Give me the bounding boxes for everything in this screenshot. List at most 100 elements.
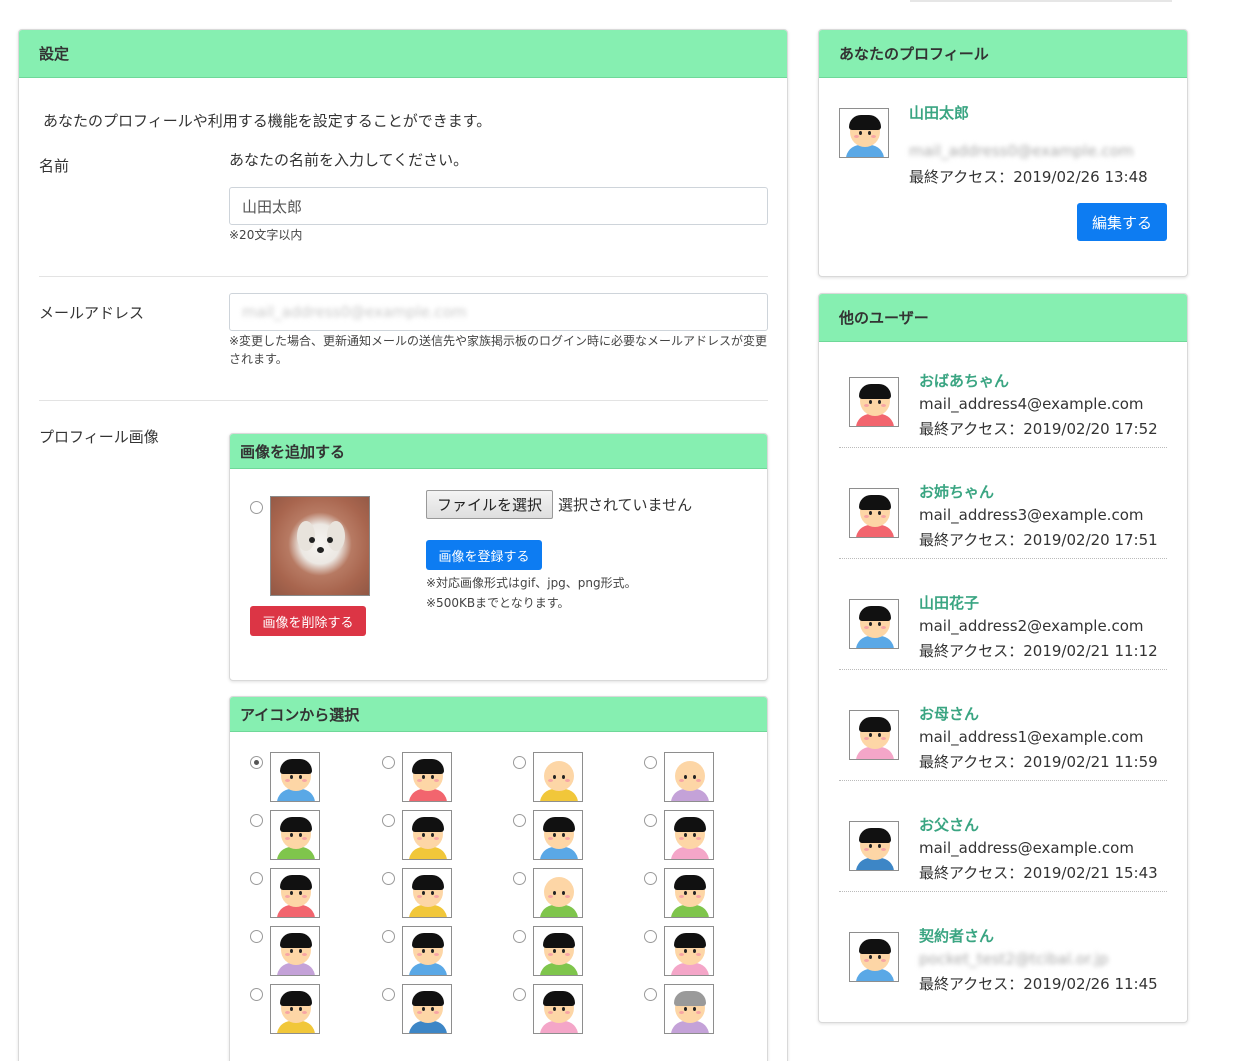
mother-avatar-icon bbox=[533, 984, 583, 1034]
divider bbox=[39, 276, 768, 277]
profile-avatar-icon bbox=[839, 108, 889, 158]
email-note: ※変更した場合、更新通知メールの送信先や家族掲示板のログイン時に必要なメールアド… bbox=[229, 334, 768, 366]
user-separator bbox=[839, 780, 1167, 781]
profile-email-value: mail_address0@example.com bbox=[909, 142, 1134, 160]
long-hair-girl-pink-avatar-icon bbox=[664, 810, 714, 860]
name-note: ※20文字以内 bbox=[229, 228, 303, 242]
grandma-avatar-icon bbox=[664, 984, 714, 1034]
girl-avatar-icon bbox=[402, 752, 452, 802]
boy-avatar-icon bbox=[270, 752, 320, 802]
icon-radio[interactable] bbox=[644, 872, 657, 885]
icon-radio[interactable] bbox=[250, 988, 263, 1001]
ponytail-girl-avatar-icon bbox=[270, 926, 320, 976]
profile-name[interactable]: 山田太郎 bbox=[909, 102, 969, 123]
icon-radio[interactable] bbox=[644, 756, 657, 769]
user-last-access: 最終アクセス：2019/02/20 17:52 bbox=[919, 420, 1158, 438]
user-email-value: pocket_test2@tcibal.or.jp bbox=[919, 950, 1109, 968]
icon-radio[interactable] bbox=[250, 930, 263, 943]
top-divider bbox=[910, 0, 1172, 2]
add-image-card: 画像を追加する 画像を削除する ファイルを選択 選択されていません 画像を登録す… bbox=[229, 433, 768, 681]
settings-intro: あなたのプロフィールや利用する機能を設定することができます。 bbox=[43, 112, 492, 130]
icon-radio[interactable] bbox=[513, 756, 526, 769]
email-input[interactable]: mail_address0@example.com bbox=[229, 293, 768, 331]
icon-radio[interactable] bbox=[513, 814, 526, 827]
icon-radio[interactable] bbox=[644, 814, 657, 827]
delete-image-button[interactable]: 画像を削除する bbox=[250, 606, 366, 636]
current-photo-radio[interactable] bbox=[250, 501, 263, 514]
edit-profile-button[interactable]: 編集する bbox=[1077, 203, 1167, 241]
size-note: ※500KBまでとなります。 bbox=[426, 596, 570, 610]
name-input[interactable]: 山田太郎 bbox=[229, 187, 768, 225]
divider bbox=[39, 400, 768, 401]
user-name[interactable]: 契約者さん bbox=[919, 925, 994, 946]
profile-image-label: プロフィール画像 bbox=[39, 428, 159, 446]
user-last-access: 最終アクセス：2019/02/21 11:12 bbox=[919, 642, 1158, 660]
user-email-value: mail_address3@example.com bbox=[919, 506, 1144, 524]
icon-radio[interactable] bbox=[382, 930, 395, 943]
bald-boy-avatar-icon bbox=[533, 752, 583, 802]
email-input-value: mail_address0@example.com bbox=[242, 303, 467, 321]
format-note: ※対応画像形式はgif、jpg、png形式。 bbox=[426, 576, 637, 590]
businessman-avatar-icon bbox=[402, 984, 452, 1034]
name-label: 名前 bbox=[39, 157, 70, 175]
glasses-girl-avatar-icon bbox=[270, 984, 320, 1034]
pigtail-girl-yellow-avatar-icon bbox=[402, 868, 452, 918]
bald-child-avatar-icon bbox=[664, 752, 714, 802]
add-image-title: 画像を追加する bbox=[230, 434, 767, 469]
file-status: 選択されていません bbox=[558, 496, 693, 514]
dog-photo bbox=[270, 496, 370, 596]
user-avatar-icon bbox=[849, 488, 899, 538]
woman-avatar-icon bbox=[664, 868, 714, 918]
grandpa-avatar-icon bbox=[533, 868, 583, 918]
settings-card: 設定 あなたのプロフィールや利用する機能を設定することができます。 名前 あなた… bbox=[18, 29, 788, 1061]
user-avatar-icon bbox=[849, 932, 899, 982]
glasses-man-avatar-icon bbox=[533, 926, 583, 976]
settings-title: 設定 bbox=[19, 30, 787, 78]
icon-radio[interactable] bbox=[250, 814, 263, 827]
user-email: mail_address4@example.com bbox=[919, 395, 1143, 413]
profile-card: あなたのプロフィール 山田太郎 mail_address0@example.co… bbox=[818, 29, 1188, 277]
email-label: メールアドレス bbox=[39, 304, 145, 322]
icon-radio[interactable] bbox=[382, 756, 395, 769]
register-image-button[interactable]: 画像を登録する bbox=[426, 540, 542, 570]
user-avatar-icon bbox=[849, 710, 899, 760]
icon-select-card: アイコンから選択 bbox=[229, 696, 768, 1061]
icon-radio[interactable] bbox=[382, 814, 395, 827]
user-separator bbox=[839, 669, 1167, 670]
user-name[interactable]: お姉ちゃん bbox=[919, 481, 994, 502]
other-users-title: 他のユーザー bbox=[819, 294, 1187, 342]
user-name[interactable]: 山田花子 bbox=[919, 592, 979, 613]
icon-radio[interactable] bbox=[513, 930, 526, 943]
user-avatar-icon bbox=[849, 599, 899, 649]
icon-radio[interactable] bbox=[644, 930, 657, 943]
file-select-button[interactable]: ファイルを選択 bbox=[426, 490, 553, 519]
icon-radio[interactable] bbox=[250, 872, 263, 885]
user-avatar-icon bbox=[849, 821, 899, 871]
user-last-access: 最終アクセス：2019/02/20 17:51 bbox=[919, 531, 1158, 549]
user-email: mail_address2@example.com bbox=[919, 617, 1143, 635]
user-email: mail_address3@example.com bbox=[919, 506, 1143, 524]
user-separator bbox=[839, 558, 1167, 559]
user-separator bbox=[839, 447, 1167, 448]
icon-radio[interactable] bbox=[513, 872, 526, 885]
user-email-value: mail_address1@example.com bbox=[919, 728, 1144, 746]
user-last-access: 最終アクセス：2019/02/21 15:43 bbox=[919, 864, 1158, 882]
user-email: mail_address@example.com bbox=[919, 839, 1134, 857]
user-email-value: mail_address4@example.com bbox=[919, 395, 1144, 413]
profile-email: mail_address0@example.com bbox=[909, 142, 1133, 160]
profile-title: あなたのプロフィール bbox=[819, 30, 1187, 78]
icon-radio[interactable] bbox=[250, 756, 263, 769]
icon-radio[interactable] bbox=[644, 988, 657, 1001]
icon-radio[interactable] bbox=[382, 872, 395, 885]
icon-radio[interactable] bbox=[382, 988, 395, 1001]
long-hair-girl-avatar-icon bbox=[533, 810, 583, 860]
icon-radio[interactable] bbox=[513, 988, 526, 1001]
user-separator bbox=[839, 891, 1167, 892]
icon-select-title: アイコンから選択 bbox=[230, 697, 767, 732]
user-name[interactable]: お母さん bbox=[919, 703, 979, 724]
name-help: あなたの名前を入力してください。 bbox=[229, 151, 469, 169]
user-email-value: mail_address2@example.com bbox=[919, 617, 1144, 635]
user-name[interactable]: おばあちゃん bbox=[919, 370, 1009, 391]
spiky-boy-yellow-avatar-icon bbox=[402, 810, 452, 860]
user-name[interactable]: お父さん bbox=[919, 814, 979, 835]
